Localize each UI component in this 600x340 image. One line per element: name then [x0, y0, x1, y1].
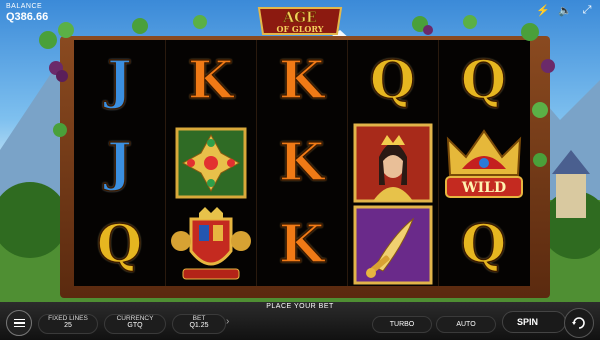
- letter-k-symbol: K: [278, 214, 325, 275]
- place-your-bet-text: PLACE YOUR BET: [266, 303, 334, 310]
- currency-label: CURRENCY: [116, 315, 154, 322]
- bet-selector[interactable]: BET Q1.25: [172, 314, 226, 334]
- spin-refresh-icon[interactable]: [564, 308, 594, 338]
- letter-q-symbol: Q: [460, 50, 507, 111]
- bet-value: Q1.25: [189, 322, 209, 329]
- reel-1-row-2-symbol: J: [74, 122, 165, 204]
- hamburger-icon: [13, 317, 25, 330]
- reel-1-row-1-symbol: J: [74, 40, 165, 122]
- balance-label: BALANCE: [6, 3, 43, 10]
- auto-label: AUTO: [456, 321, 476, 328]
- spin-label: SPIN: [517, 317, 539, 327]
- bet-label: BET: [192, 315, 206, 322]
- reel-2-row-2-symbol: [165, 122, 256, 204]
- reel-5-row-3-symbol: Q: [438, 204, 529, 286]
- menu-button[interactable]: [6, 310, 32, 336]
- reel-4-row-2-symbol: [347, 122, 438, 204]
- reel-4-row-1-symbol: Q: [347, 40, 438, 122]
- speaker-icon[interactable]: 🔈: [558, 3, 572, 17]
- letter-q-symbol: Q: [96, 214, 143, 275]
- fixed-lines-label: FIXED LINES: [48, 315, 88, 322]
- game-logo: AGE OF GLORY: [257, 7, 343, 35]
- reel-2-row-1-symbol: K: [165, 40, 256, 122]
- turbo-button[interactable]: TURBO: [372, 316, 432, 333]
- currency-selector[interactable]: CURRENCY GTQ: [104, 314, 166, 334]
- letter-j-symbol: J: [106, 132, 132, 193]
- balance-value: Q386.66: [6, 11, 49, 23]
- reel-2-row-3-symbol: [165, 204, 256, 286]
- lightning-icon[interactable]: ⚡: [536, 3, 550, 17]
- letter-j-symbol: J: [106, 50, 132, 111]
- reel-4-row-3-symbol: [347, 204, 438, 286]
- queen-symbol: [353, 123, 432, 203]
- currency-value: GTQ: [127, 322, 143, 329]
- letter-q-symbol: Q: [369, 50, 416, 111]
- wild-crown-symbol: WILD: [444, 129, 523, 198]
- turbo-label: TURBO: [389, 321, 415, 328]
- letter-k-symbol: K: [187, 50, 234, 111]
- logo-subtitle: OF GLORY: [277, 24, 324, 34]
- reel-1-row-3-symbol: Q: [74, 204, 165, 286]
- reel-5-row-2-symbol: WILD: [438, 122, 529, 204]
- auto-button[interactable]: AUTO: [436, 316, 496, 333]
- spin-button[interactable]: SPIN: [502, 311, 566, 333]
- fixed-lines-value: 25: [64, 322, 72, 329]
- ruby-cross-symbol: [175, 127, 246, 199]
- top-icons: ⚡ 🔈 ⤢: [536, 3, 594, 17]
- reel-3-row-1-symbol: K: [256, 40, 347, 122]
- fullscreen-icon[interactable]: ⤢: [580, 3, 594, 17]
- royal-crest-symbol: [170, 207, 251, 280]
- dagger-symbol: [353, 205, 432, 285]
- reel-grid: J J Q K K K K Q Q WILD Q: [74, 40, 530, 286]
- balance-display: BALANCE Q386.66: [6, 3, 48, 23]
- wild-label: WILD: [460, 180, 505, 196]
- letter-k-symbol: K: [278, 50, 325, 111]
- letter-k-symbol: K: [278, 132, 325, 193]
- reel-3-row-2-symbol: K: [256, 122, 347, 204]
- fixed-lines-display: FIXED LINES 25: [38, 314, 98, 334]
- reel-3-row-3-symbol: K: [256, 204, 347, 286]
- bet-increase-arrow-icon[interactable]: ›: [226, 316, 229, 327]
- letter-q-symbol: Q: [460, 214, 507, 275]
- reel-5-row-1-symbol: Q: [438, 40, 529, 122]
